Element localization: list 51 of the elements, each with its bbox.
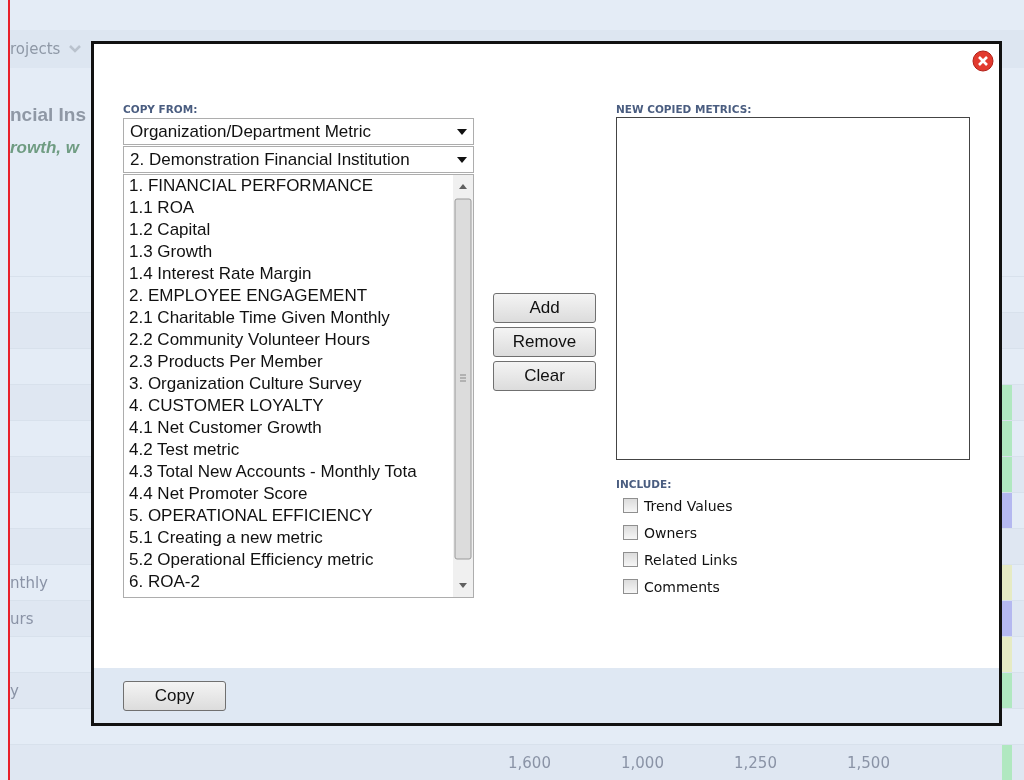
list-item[interactable]: 4.3 Total New Accounts - Monthly Tota — [129, 461, 453, 483]
dropdown[interactable]: Organization/Department Metric — [123, 118, 474, 145]
list-item[interactable]: 5.1 Creating a new metric — [129, 527, 453, 549]
action-button[interactable]: Add — [493, 293, 596, 323]
list-item[interactable]: 1.2 Capital — [129, 219, 453, 241]
include-label: INCLUDE: — [616, 478, 673, 492]
new-metrics-label: NEW COPIED METRICS: — [616, 103, 753, 117]
list-item[interactable]: 1.4 Interest Rate Margin — [129, 263, 453, 285]
list-item[interactable]: 5. OPERATIONAL EFFICIENCY — [129, 505, 453, 527]
page-subtitle: rowth, w — [10, 138, 79, 157]
caret-icon[interactable] — [457, 156, 467, 163]
table-cell-text: 1,250 — [734, 753, 778, 772]
list-item[interactable]: 4.2 Test metric — [129, 439, 453, 461]
table-cell-text: 1,500 — [847, 753, 891, 772]
list-item[interactable]: 2. EMPLOYEE ENGAGEMENT — [129, 285, 453, 307]
dropdown[interactable]: 2. Demonstration Financial Institution — [123, 146, 474, 173]
list-item[interactable]: 4.4 Net Promoter Score — [129, 483, 453, 505]
action-button[interactable]: Clear — [493, 361, 596, 391]
scrollbar[interactable] — [453, 175, 473, 597]
row-label: nthly — [10, 573, 49, 592]
list-item[interactable]: 1.1 ROA — [129, 197, 453, 219]
list-item[interactable]: 2.1 Charitable Time Given Monthly — [129, 307, 453, 329]
row-label: urs — [10, 609, 35, 628]
metric-list[interactable] — [123, 174, 474, 598]
checkbox[interactable] — [623, 552, 638, 567]
list-item[interactable]: 4.1 Net Customer Growth — [129, 417, 453, 439]
checkbox[interactable] — [623, 498, 638, 513]
list-item[interactable]: 1. FINANCIAL PERFORMANCE — [129, 175, 453, 197]
table-cell-text: 1,000 — [621, 753, 665, 772]
list-item[interactable]: 5.2 Operational Efficiency metric — [129, 549, 453, 571]
checkbox-label[interactable]: Trend Values — [644, 497, 733, 514]
list-item[interactable]: 2.2 Community Volunteer Hours — [129, 329, 453, 351]
row-label: y — [10, 681, 20, 700]
checkbox[interactable] — [623, 579, 638, 594]
copy-from-label: COPY FROM: — [123, 103, 199, 117]
close-icon[interactable] — [972, 50, 994, 72]
copy-button[interactable]: Copy — [123, 680, 226, 711]
checkbox[interactable] — [623, 525, 638, 540]
list-item[interactable]: 6. ROA-2 — [129, 571, 453, 593]
checkbox-label[interactable]: Owners — [644, 524, 697, 541]
checkbox-label[interactable]: Related Links — [644, 551, 738, 568]
checkbox-label[interactable]: Comments — [644, 578, 720, 595]
list-item[interactable]: 2.3 Products Per Member — [129, 351, 453, 373]
caret-icon[interactable] — [457, 128, 467, 135]
table-cell-text: 1,600 — [508, 753, 552, 772]
list-item[interactable]: 3. Organization Culture Survey — [129, 373, 453, 395]
list-item[interactable]: 1.3 Growth — [129, 241, 453, 263]
page-title: ncial Ins — [10, 103, 87, 125]
list-item[interactable]: 4. CUSTOMER LOYALTY — [129, 395, 453, 417]
action-button[interactable]: Remove — [493, 327, 596, 357]
chevron-down-icon — [68, 43, 83, 54]
